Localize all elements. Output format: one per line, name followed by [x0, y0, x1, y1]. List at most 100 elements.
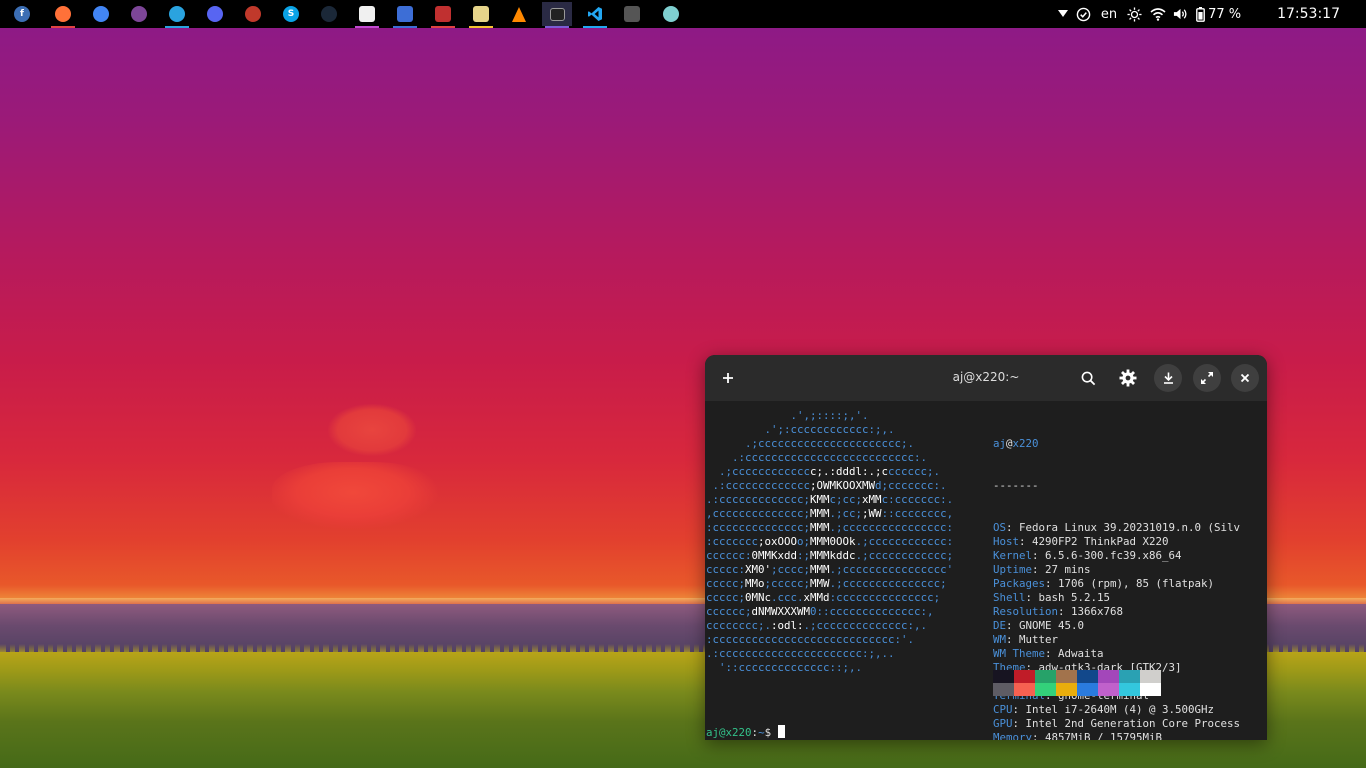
- app-launcher-telegram[interactable]: [162, 2, 192, 28]
- app-launcher-audio-player[interactable]: [466, 2, 496, 28]
- ascii-line: :cccccccccccccc;MMM.;cccccccccccccccc:: [706, 521, 954, 534]
- maximize-button[interactable]: [1193, 364, 1221, 392]
- download-button[interactable]: [1154, 364, 1182, 392]
- shell-prompt[interactable]: aj@x220:~$: [706, 725, 785, 740]
- terminal-header-bar[interactable]: aj@x220:~: [705, 355, 1267, 401]
- ascii-line: ccccc;0MNc.ccc.xMMd:ccccccccccccccc;: [706, 591, 941, 604]
- clock[interactable]: 17:53:17: [1277, 6, 1340, 22]
- running-indicator: [355, 26, 379, 28]
- ascii-line: .;cccccccccccccccccccccc;.: [706, 437, 915, 450]
- app-launcher-skype[interactable]: S: [276, 2, 306, 26]
- app-launcher-browser-alt[interactable]: [656, 2, 686, 26]
- gear-icon: [1119, 369, 1137, 387]
- info-separator: -------: [993, 479, 1039, 492]
- app-launcher-chrome[interactable]: [86, 2, 116, 26]
- search-button[interactable]: [1074, 364, 1102, 392]
- color-swatch: [1056, 670, 1077, 683]
- fullscreen-icon: [1201, 372, 1213, 384]
- tray-dropdown-icon[interactable]: [1057, 10, 1068, 18]
- terminal-window[interactable]: aj@x220:~ .',;::::;,'. .';:cccccccccccc:…: [705, 355, 1267, 740]
- color-swatch: [1098, 683, 1119, 696]
- app-launcher-vlc[interactable]: [504, 2, 534, 26]
- info-key: WM: [993, 633, 1007, 646]
- app-launcher-terminal[interactable]: [542, 2, 572, 28]
- info-key: OS: [993, 521, 1007, 534]
- info-row: Packages: 1706 (rpm), 85 (flatpak): [993, 577, 1240, 591]
- color-swatch: [1119, 670, 1140, 683]
- vm-app-icon: [624, 6, 640, 22]
- app-launcher-tor-browser[interactable]: [124, 2, 154, 26]
- color-palette: [993, 670, 1161, 696]
- vscode-icon: [587, 6, 603, 22]
- browser-alt-icon: [663, 6, 679, 22]
- info-row: OS: Fedora Linux 39.20231019.n.0 (Silv: [993, 521, 1240, 535]
- steam-icon: [321, 6, 337, 22]
- color-swatch: [1077, 670, 1098, 683]
- info-key: CPU: [993, 703, 1013, 716]
- wifi-icon[interactable]: [1150, 7, 1166, 21]
- color-swatch: [1035, 670, 1056, 683]
- app-launcher-discord[interactable]: [200, 2, 230, 26]
- app-launcher-files[interactable]: [352, 2, 382, 28]
- prompt-symbol: $: [764, 726, 772, 739]
- app-launcher-firefox[interactable]: [48, 2, 78, 28]
- close-icon: [1240, 373, 1250, 383]
- app-launcher-text-editor[interactable]: [390, 2, 420, 28]
- info-row: CPU: Intel i7-2640M (4) @ 3.500GHz: [993, 703, 1240, 717]
- info-value: : 6.5.6-300.fc39.x86_64: [1032, 549, 1182, 562]
- info-value: : 1366x768: [1058, 605, 1124, 618]
- color-swatch: [1077, 683, 1098, 696]
- terminal-output[interactable]: .',;::::;,'. .';:cccccccccccc:;,. .;cccc…: [705, 401, 1267, 740]
- discord-icon: [207, 6, 223, 22]
- language-indicator[interactable]: en: [1101, 7, 1117, 22]
- skype-icon: S: [283, 6, 299, 22]
- color-swatch: [1140, 670, 1161, 683]
- ascii-line: :ccccccc;oxOOOo;MMM0OOk.;cccccccccccc:: [706, 535, 954, 548]
- info-key: Shell: [993, 591, 1026, 604]
- ascii-line: cccccccc;.:odl:.;cccccccccccccc:,.: [706, 619, 928, 632]
- info-value: : 27 mins: [1032, 563, 1091, 576]
- info-value: : Mutter: [1006, 633, 1059, 646]
- color-swatch: [1014, 683, 1035, 696]
- info-key: DE: [993, 619, 1007, 632]
- top-bar: f S en 77 % 17:53:17: [0, 0, 1366, 28]
- ascii-line: cccccc;dNMWXXXWM0::cccccccccccccc:,: [706, 605, 934, 618]
- color-swatch: [1014, 670, 1035, 683]
- palette-row: [993, 683, 1161, 696]
- app-launcher-ghost-app[interactable]: [238, 2, 268, 26]
- app-launcher-media-tool[interactable]: [428, 2, 458, 28]
- tray-group[interactable]: en 77 %: [1057, 0, 1241, 28]
- running-indicator: [165, 26, 189, 28]
- app-launcher-fedora[interactable]: f: [7, 2, 37, 26]
- ascii-line: ,cccccccccccccc;MMM.;cc;;WW::cccccccc,: [706, 507, 954, 520]
- info-key: Memory: [993, 731, 1033, 740]
- info-key: Host: [993, 535, 1020, 548]
- preferences-button[interactable]: [1114, 364, 1142, 392]
- running-indicator: [393, 26, 417, 28]
- chrome-icon: [93, 6, 109, 22]
- volume-icon[interactable]: [1173, 7, 1188, 21]
- user-host-line: aj@x220: [993, 437, 1240, 451]
- palette-row: [993, 670, 1161, 683]
- ascii-line: :cccccccccccccccccccccccccccc:'.: [706, 633, 915, 646]
- ascii-line: .:ccccccccccccc;KMMc;cc;xMMc:ccccccc:.: [706, 493, 954, 506]
- system-tray: en 77 % 17:53:17: [1057, 0, 1366, 28]
- info-row: Kernel: 6.5.6-300.fc39.x86_64: [993, 549, 1240, 563]
- battery-icon[interactable]: [1196, 6, 1205, 22]
- fedora-icon: f: [14, 6, 30, 22]
- color-swatch: [1119, 683, 1140, 696]
- app-launcher-steam[interactable]: [314, 2, 344, 26]
- info-value: : Fedora Linux 39.20231019.n.0 (Silv: [1006, 521, 1241, 534]
- close-button[interactable]: [1231, 364, 1259, 392]
- battery-percentage[interactable]: 77 %: [1208, 7, 1241, 22]
- vlc-icon: [512, 6, 526, 22]
- ascii-line: ccccc;MMo;ccccc;MMW.;ccccccccccccccc;: [706, 577, 947, 590]
- prompt-host: x220: [725, 726, 752, 739]
- app-launcher-vscode[interactable]: [580, 2, 610, 28]
- running-indicator: [431, 26, 455, 28]
- color-swatch: [1035, 683, 1056, 696]
- check-circle-icon[interactable]: [1076, 7, 1091, 22]
- brightness-icon[interactable]: [1127, 6, 1142, 22]
- cloud-upper: [328, 404, 416, 456]
- app-launcher-vm-app[interactable]: [617, 2, 647, 26]
